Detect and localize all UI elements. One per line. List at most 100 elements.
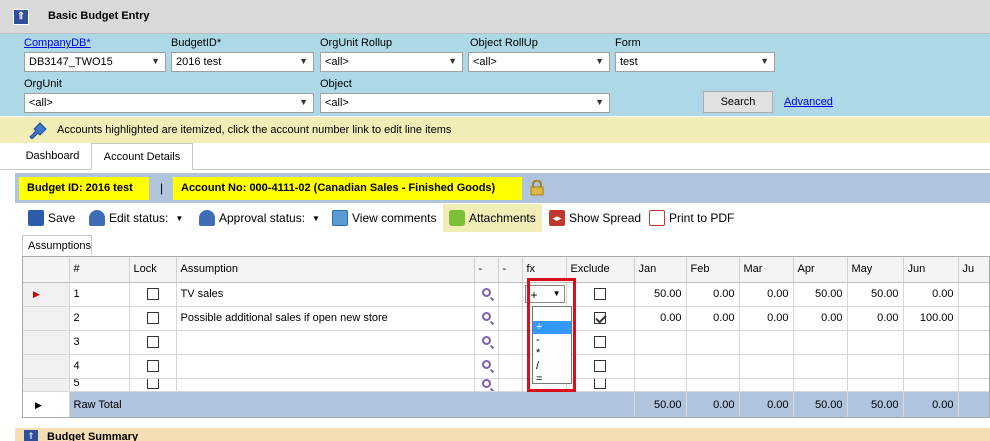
cell-jul[interactable]: [958, 282, 989, 307]
cell-assumption[interactable]: [176, 354, 475, 379]
cell-may[interactable]: 0.00: [847, 306, 904, 331]
row-selector[interactable]: [23, 306, 70, 331]
cell-assumption[interactable]: TV sales: [176, 282, 475, 307]
cell-mar[interactable]: 0.00: [739, 306, 794, 331]
col-header-assumption[interactable]: Assumption: [176, 257, 475, 283]
row-selector[interactable]: [23, 330, 70, 355]
magnifier-icon[interactable]: [481, 378, 491, 388]
cell-may[interactable]: [847, 354, 904, 379]
col-header-feb[interactable]: Feb: [686, 257, 740, 283]
cell-jun[interactable]: [903, 330, 959, 355]
cell-exclude[interactable]: [566, 378, 635, 392]
cell-lookup[interactable]: [474, 282, 499, 307]
magnifier-icon[interactable]: [481, 312, 491, 321]
table-row[interactable]: 2 Possible additional sales if open new …: [23, 306, 989, 331]
exclude-checkbox[interactable]: [594, 288, 606, 301]
cell-mar[interactable]: [739, 354, 794, 379]
cell-jul[interactable]: [958, 354, 989, 379]
table-row[interactable]: 3: [23, 330, 989, 355]
cell-mar[interactable]: 0.00: [739, 282, 794, 307]
cell-lookup[interactable]: [474, 378, 499, 392]
col-header-jun[interactable]: Jun: [903, 257, 959, 283]
col-header-num[interactable]: #: [69, 257, 130, 283]
show-spread-button[interactable]: ◂▸ Show Spread: [549, 204, 641, 232]
col-header-jul[interactable]: Ju: [958, 257, 989, 283]
cell-apr[interactable]: [793, 354, 848, 379]
cell-exclude[interactable]: [566, 330, 635, 355]
cell-feb[interactable]: [686, 378, 740, 392]
col-header-apr[interactable]: Apr: [793, 257, 848, 283]
cell-jan[interactable]: 0.00: [634, 306, 687, 331]
cell-lookup[interactable]: [474, 354, 499, 379]
table-row[interactable]: ▶ 1 TV sales + ▼ 50.00 0.00 0.00 50.00 50…: [23, 282, 989, 307]
cell-lock[interactable]: [129, 330, 177, 355]
magnifier-icon[interactable]: [481, 336, 491, 345]
cell-exclude[interactable]: [566, 306, 635, 331]
cell-jan[interactable]: [634, 378, 687, 392]
cell-apr[interactable]: [793, 378, 848, 392]
exclude-checkbox-checked[interactable]: [594, 312, 606, 325]
lock-checkbox[interactable]: [146, 288, 159, 301]
cell-mar[interactable]: [739, 378, 794, 392]
view-comments-button[interactable]: View comments: [332, 204, 436, 232]
magnifier-icon[interactable]: [481, 360, 491, 369]
cell-jan[interactable]: 50.00: [634, 282, 687, 307]
cell-apr[interactable]: 0.00: [793, 306, 848, 331]
cell-jul[interactable]: [958, 330, 989, 355]
table-row[interactable]: 5: [23, 378, 989, 392]
exclude-checkbox[interactable]: [594, 378, 606, 389]
cell-assumption[interactable]: [176, 330, 475, 355]
lock-checkbox[interactable]: [146, 336, 159, 349]
row-selector[interactable]: [23, 378, 70, 392]
print-pdf-button[interactable]: Print to PDF: [649, 204, 734, 232]
cell-exclude[interactable]: [566, 282, 635, 307]
search-button[interactable]: Search: [703, 91, 773, 113]
cell-jun[interactable]: 0.00: [903, 282, 959, 307]
tab-dashboard[interactable]: Dashboard: [15, 143, 90, 170]
cell-may[interactable]: [847, 378, 904, 392]
approval-status-button[interactable]: Approval status: ▼: [199, 204, 320, 232]
cell-may[interactable]: 50.00: [847, 282, 904, 307]
cell-lock[interactable]: [129, 282, 177, 307]
cell-exclude[interactable]: [566, 354, 635, 379]
cell-lock[interactable]: [129, 306, 177, 331]
col-header-dash-2[interactable]: -: [498, 257, 523, 283]
edit-status-button[interactable]: Edit status: ▼: [89, 204, 183, 232]
row-selector[interactable]: [23, 354, 70, 379]
expand-arrow-icon[interactable]: ▶: [35, 400, 42, 410]
cell-jan[interactable]: [634, 354, 687, 379]
company-db-select[interactable]: DB3147_TWO15 ▼: [24, 52, 166, 72]
row-selector[interactable]: ▶: [23, 282, 70, 307]
budget-summary-header[interactable]: ⇑ Budget Summary: [15, 428, 990, 441]
col-header-mar[interactable]: Mar: [739, 257, 794, 283]
col-header-dash-1[interactable]: -: [474, 257, 499, 283]
magnifier-icon[interactable]: [481, 288, 491, 297]
exclude-checkbox[interactable]: [594, 360, 606, 373]
cell-assumption[interactable]: Possible additional sales if open new st…: [176, 306, 475, 331]
cell-jun[interactable]: [903, 378, 959, 392]
object-rollup-select[interactable]: <all> ▼: [468, 52, 610, 72]
form-select[interactable]: test ▼: [615, 52, 775, 72]
tab-account-details[interactable]: Account Details: [91, 143, 193, 170]
cell-jan[interactable]: [634, 330, 687, 355]
cell-may[interactable]: [847, 330, 904, 355]
col-header-may[interactable]: May: [847, 257, 904, 283]
cell-lookup[interactable]: [474, 306, 499, 331]
collapse-icon[interactable]: ⇑: [24, 430, 38, 441]
cell-jul[interactable]: [958, 378, 989, 392]
tab-assumptions[interactable]: Assumptions: [22, 235, 92, 255]
cell-lock[interactable]: [129, 354, 177, 379]
col-header-exclude[interactable]: Exclude: [566, 257, 635, 283]
table-row[interactable]: 4: [23, 354, 989, 379]
orgunit-select[interactable]: <all> ▼: [24, 93, 314, 113]
lock-checkbox[interactable]: [146, 378, 159, 389]
company-db-label[interactable]: CompanyDB*: [24, 37, 91, 49]
cell-jun[interactable]: 100.00: [903, 306, 959, 331]
save-button[interactable]: Save: [28, 204, 75, 232]
col-header-lock[interactable]: Lock: [129, 257, 177, 283]
row-selector[interactable]: ▶: [23, 391, 70, 417]
col-header-jan[interactable]: Jan: [634, 257, 687, 283]
cell-jun[interactable]: [903, 354, 959, 379]
cell-jul[interactable]: [958, 306, 989, 331]
exclude-checkbox[interactable]: [594, 336, 606, 349]
